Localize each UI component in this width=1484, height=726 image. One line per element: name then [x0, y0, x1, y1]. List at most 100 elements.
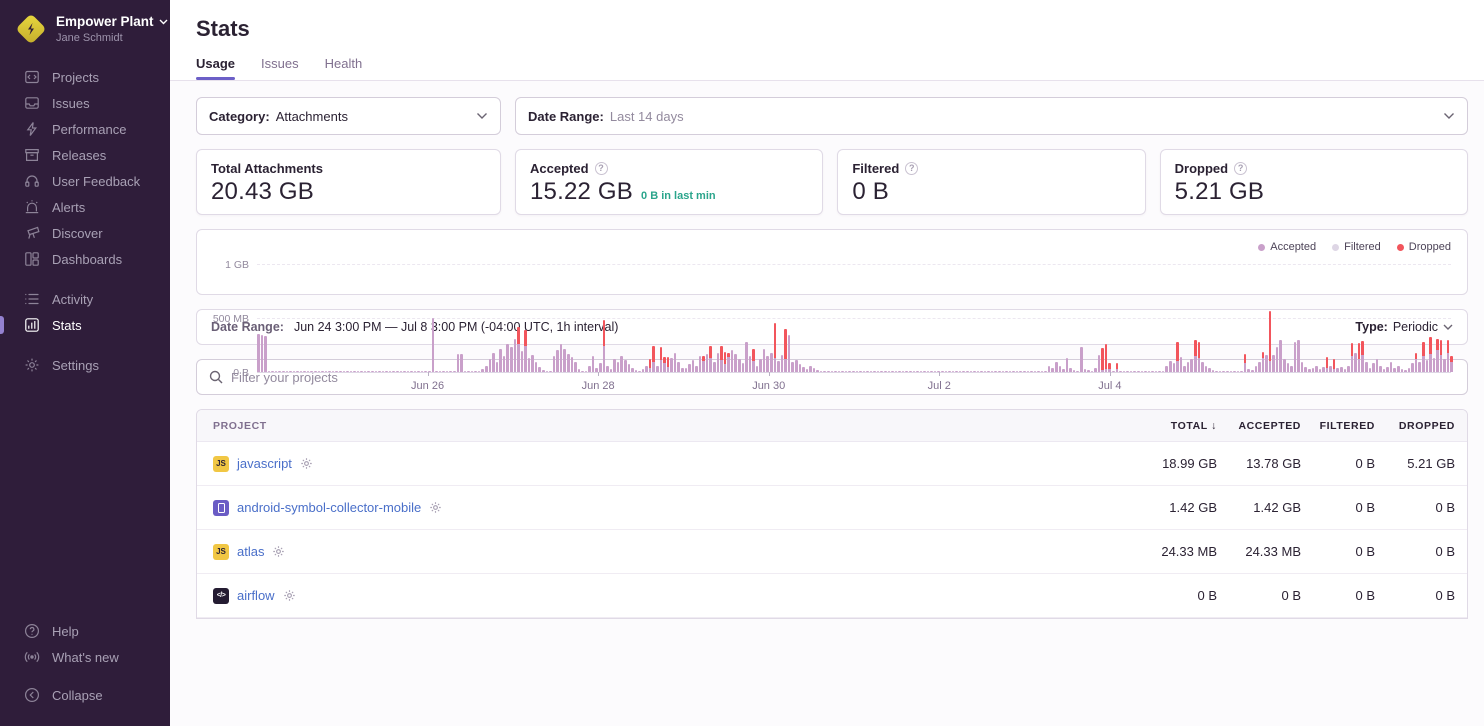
info-icon[interactable]: ? [905, 162, 918, 175]
chart-bar [1440, 340, 1443, 372]
sidebar-item-user-feedback[interactable]: User Feedback [0, 168, 170, 194]
org-switcher[interactable]: Empower Plant Jane Schmidt [0, 14, 170, 44]
project-settings-gear-icon[interactable] [429, 501, 442, 514]
chart-bar [820, 371, 823, 372]
chart-bar [1212, 370, 1215, 372]
chart-bar [474, 371, 477, 372]
y-tick-label: 1 GB [225, 259, 249, 271]
sidebar-item-whats-new[interactable]: What's new [0, 644, 170, 670]
project-settings-gear-icon[interactable] [300, 457, 313, 470]
project-link[interactable]: atlas [237, 544, 264, 559]
chart-bar [1287, 363, 1290, 372]
chart-bar [1005, 371, 1008, 372]
col-total[interactable]: TOTAL ↓ [1097, 420, 1217, 432]
chart-bar [1276, 347, 1279, 372]
chart-bar [261, 335, 264, 372]
legend-item-dropped[interactable]: Dropped [1397, 241, 1451, 253]
chart-bar [766, 356, 769, 372]
sidebar-item-dashboards[interactable]: Dashboards [0, 246, 170, 272]
chart-bar [863, 371, 866, 372]
sidebar-item-stats[interactable]: Stats [0, 312, 170, 338]
info-icon[interactable]: ? [595, 162, 608, 175]
tab-issues[interactable]: Issues [261, 56, 299, 80]
sidebar-item-issues[interactable]: Issues [0, 90, 170, 116]
chart-bar [403, 371, 406, 372]
col-filtered[interactable]: FILTERED [1301, 420, 1375, 432]
chart-bar [930, 371, 933, 372]
info-icon[interactable]: ? [1234, 162, 1247, 175]
chart-bar [389, 371, 392, 372]
project-link[interactable]: android-symbol-collector-mobile [237, 500, 421, 515]
sidebar-collapse-button[interactable]: Collapse [0, 682, 170, 708]
sidebar-item-help[interactable]: Help [0, 618, 170, 644]
stat-card-total: Total Attachments 20.43 GB [196, 149, 501, 215]
chart-bar [375, 371, 378, 372]
chart-bar [1415, 353, 1418, 372]
chart-bar [823, 371, 826, 372]
date-range-select[interactable]: Date Range: Last 14 days [515, 97, 1468, 135]
chart-bar [1062, 369, 1065, 372]
chart-bar [1051, 368, 1054, 372]
chart-bar [1155, 371, 1158, 372]
sidebar-item-alerts[interactable]: Alerts [0, 194, 170, 220]
legend-item-filtered[interactable]: Filtered [1332, 241, 1381, 253]
sidebar-item-label: Discover [52, 226, 103, 241]
sidebar-nav-secondary: Activity Stats [0, 286, 170, 338]
project-link[interactable]: javascript [237, 456, 292, 471]
chart-bar [642, 369, 645, 372]
chart-bar [905, 371, 908, 372]
legend-item-accepted[interactable]: Accepted [1258, 241, 1316, 253]
tab-health[interactable]: Health [325, 56, 363, 80]
chart-bar [1258, 362, 1261, 372]
chart-bar [1194, 340, 1197, 372]
sidebar-item-activity[interactable]: Activity [0, 286, 170, 312]
chart-bar [1037, 371, 1040, 372]
chart-bar [1027, 371, 1030, 372]
chart-bar [332, 371, 335, 372]
col-dropped[interactable]: DROPPED [1375, 420, 1455, 432]
project-settings-gear-icon[interactable] [272, 545, 285, 558]
search-icon [209, 370, 223, 384]
chart-bar [271, 371, 274, 372]
sidebar-item-projects[interactable]: Projects [0, 64, 170, 90]
sidebar-item-releases[interactable]: Releases [0, 142, 170, 168]
tab-usage[interactable]: Usage [196, 56, 235, 80]
cell-accepted: 0 B [1217, 588, 1301, 603]
user-feedback-icon [24, 173, 40, 189]
category-select[interactable]: Category: Attachments [196, 97, 501, 135]
chart-bar [1393, 368, 1396, 372]
sidebar-item-settings[interactable]: Settings [0, 352, 170, 378]
chart-bar [296, 371, 299, 372]
chart-bar [435, 371, 438, 372]
chart-bar [1365, 362, 1368, 372]
chart-bar [553, 356, 556, 372]
project-settings-gear-icon[interactable] [283, 589, 296, 602]
chart-bar [952, 371, 955, 372]
chart-bar [1433, 358, 1436, 372]
cell-filtered: 0 B [1301, 500, 1375, 515]
chart-bar [1165, 366, 1168, 372]
tab-bar: Usage Issues Health [196, 56, 1458, 80]
cell-accepted: 1.42 GB [1217, 500, 1301, 515]
chart-bar [948, 371, 951, 372]
sidebar-footer: Help What's new Collapse [0, 618, 170, 708]
sidebar-item-discover[interactable]: Discover [0, 220, 170, 246]
chart-bar [1358, 343, 1361, 372]
chart-bar [1290, 366, 1293, 372]
sidebar-item-label: User Feedback [52, 174, 140, 189]
chart-bar [410, 371, 413, 372]
col-project[interactable]: PROJECT [213, 420, 1097, 432]
chart-bar [802, 367, 805, 372]
chart-bar [913, 371, 916, 372]
sidebar-item-performance[interactable]: Performance [0, 116, 170, 142]
chart-bar [1180, 357, 1183, 372]
col-accepted[interactable]: ACCEPTED [1217, 420, 1301, 432]
chart-bar [884, 371, 887, 372]
project-link[interactable]: airflow [237, 588, 275, 603]
js-badge: JS [213, 544, 229, 560]
category-value: Attachments [276, 109, 348, 124]
chart-bar [563, 349, 566, 372]
chart-bar [1340, 367, 1343, 372]
chart-bar [588, 366, 591, 372]
chart-bar [1443, 359, 1446, 372]
